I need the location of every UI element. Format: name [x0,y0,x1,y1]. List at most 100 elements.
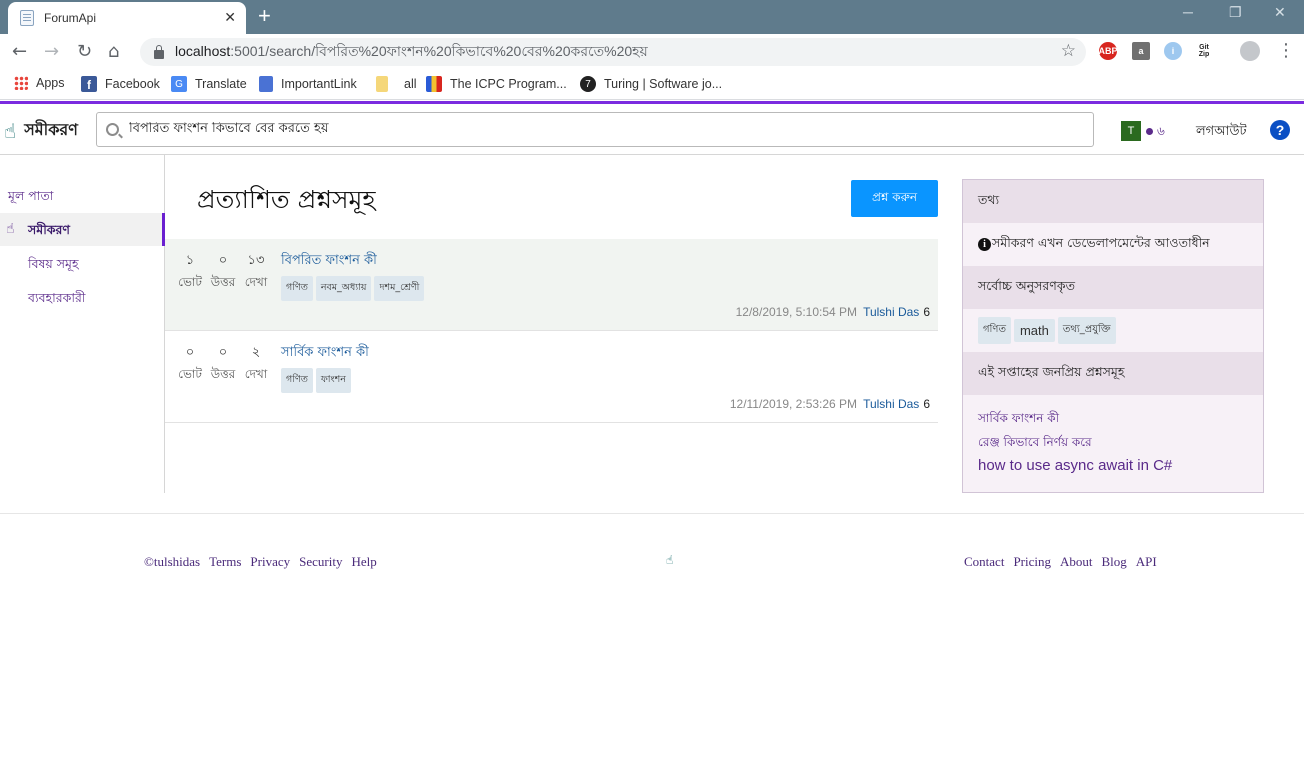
nav-somikoron[interactable]: ☝ সমীকরণ [0,213,165,246]
page-favicon-icon [20,10,34,26]
bookmark-turing[interactable]: 7 Turing | Software jo... [580,76,722,92]
question-date: 12/11/2019, 2:53:26 PM [729,397,858,411]
question-stat-votes: ০ ভোট [175,343,205,386]
question-tags: গণিত নবম_অধ্যায় দশম_শ্রেণী [281,276,427,301]
profile-avatar-icon[interactable] [1240,41,1260,61]
icpc-icon [426,76,442,92]
help-icon[interactable]: ? [1270,120,1290,140]
apps-grid-icon [14,76,28,90]
popular-question-link[interactable]: রেঞ্জ কিভাবে নির্ণয় করে [978,434,1092,454]
user-avatar[interactable]: T [1121,121,1141,141]
reload-icon[interactable]: ↻ [77,41,92,62]
gitzip-extension-icon[interactable]: Git Zip [1195,42,1213,60]
stat-label: উত্তর [210,275,236,289]
ask-question-button[interactable]: প্রশ্ন করুন [851,180,938,217]
bookmark-star-icon[interactable]: ☆ [1061,41,1076,61]
nav-topics[interactable]: বিষয় সমূহ [28,256,79,276]
pointing-hand-icon: ☝ [4,118,17,143]
stat-value: ১৩ [247,253,265,268]
facebook-icon: f [81,76,97,92]
footer-right-links: Contact Pricing About Blog API [964,554,1166,570]
forward-icon[interactable]: → [44,41,59,62]
question-stat-answers: ০ উত্তর [208,251,238,294]
stat-value: ০ [218,253,228,268]
stat-value: ২ [251,345,261,360]
bookmark-translate[interactable]: G Translate [171,76,247,92]
bookmarks-bar: Apps f Facebook G Translate ImportantLin… [0,70,1304,100]
followed-tags: গণিত math তথ্য_প্রযুক্তি [963,309,1263,352]
menu-kebab-icon[interactable]: ⋮ [1277,40,1295,61]
footer-link-pricing[interactable]: Pricing [1013,554,1051,570]
info-sidebar: তথ্য i সমীকরণ এখন ডেভেলাপমেন্টের আওতাধীন … [962,179,1264,493]
question-title-link[interactable]: বিপরিত ফাংশন কী [281,251,377,272]
popular-question-link[interactable]: how to use async await in C# [978,457,1172,474]
tag-chip[interactable]: গণিত [978,317,1011,344]
translate-icon: G [171,76,187,92]
footer-link-privacy[interactable]: Privacy [250,554,290,570]
tag-chip[interactable]: গণিত [281,368,313,393]
footer-divider [0,513,1304,514]
question-author-link[interactable]: Tulshi Das [863,397,919,411]
author-reputation: 6 [923,305,930,319]
footer-link-help[interactable]: Help [351,554,376,570]
footer-link-security[interactable]: Security [299,554,342,570]
tag-chip[interactable]: তথ্য_প্রযুক্তি [1057,317,1116,344]
stat-label: উত্তর [210,367,236,381]
window-close-icon[interactable]: ✕ [1274,4,1286,21]
question-stat-views: ২ দেখা [241,343,271,386]
search-box[interactable] [96,112,1094,147]
home-icon[interactable]: ⌂ [108,41,119,62]
maximize-icon[interactable]: ❐ [1229,4,1242,21]
site-logo[interactable]: ☝ সমীকরণ [4,117,78,144]
tab-title: ForumApi [44,11,97,25]
question-tags: গণিত ফাংশন [281,368,354,393]
browser-tab[interactable]: ForumApi ✕ [8,2,246,34]
bookmark-importantlink[interactable]: ImportantLink [259,76,357,92]
bookmark-icpc[interactable]: The ICPC Program... [426,76,567,92]
bookmark-all[interactable]: all [376,76,417,92]
bookmark-apps[interactable]: Apps [14,76,65,90]
tag-chip[interactable]: নবম_অধ্যায় [315,276,372,301]
tag-chip[interactable]: math [1013,319,1055,342]
search-input[interactable] [129,122,1069,137]
question-stat-views: ১৩ দেখা [241,251,271,294]
pointing-hand-icon: ☝ [6,221,15,237]
nav-home[interactable]: মূল পাতা [8,188,53,208]
document-icon [259,76,273,92]
logout-link[interactable]: লগআউট [1196,122,1247,143]
question-row: ০ ভোট ০ উত্তর ২ দেখা সার্বিক ফাংশন কী গণিত ফাংশন… [165,331,938,423]
nav-users[interactable]: ব্যবহারকারী [28,290,85,310]
adblock-extension-icon[interactable]: ABP [1099,42,1118,60]
minimize-icon[interactable]: ─ [1183,4,1193,20]
footer-link-contact[interactable]: Contact [964,554,1004,570]
popular-question-link[interactable]: সার্বিক ফাংশন কী [978,410,1059,430]
info-extension-icon[interactable]: i [1164,42,1182,60]
question-row: ১ ভোট ০ উত্তর ১৩ দেখা বিপরিত ফাংশন কী গণিত নবম_অ… [165,239,938,331]
stat-label: ভোট [178,367,202,381]
browser-titlebar: ForumApi ✕ + ─ ❐ ✕ [0,0,1304,34]
footer-link-about[interactable]: About [1060,554,1093,570]
question-stat-answers: ০ উত্তর [208,343,238,386]
question-meta: 12/11/2019, 2:53:26 PM Tulshi Das 6 [730,397,930,411]
footer-link-terms[interactable]: Terms [209,554,241,570]
tag-chip[interactable]: দশম_শ্রেণী [374,276,425,301]
site-header: ☝ সমীকরণ T ৬ লগআউট ? [0,104,1304,155]
tag-chip[interactable]: গণিত [281,276,313,301]
popular-heading: এই সপ্তাহের জনপ্রিয় প্রশ্নসমূহ [963,352,1263,395]
address-bar[interactable]: localhost:5001/search/বিপরিত%20ফাংশন%20ক… [140,38,1086,66]
footer-link-api[interactable]: API [1136,554,1157,570]
question-title-link[interactable]: সার্বিক ফাংশন কী [281,343,369,364]
tab-close-icon[interactable]: ✕ [224,10,236,26]
stat-value: ০ [218,345,228,360]
footer-link-blog[interactable]: Blog [1102,554,1127,570]
bookmark-facebook[interactable]: f Facebook [81,76,160,92]
new-tab-button[interactable]: + [258,3,271,29]
tag-chip[interactable]: ফাংশন [315,368,351,393]
question-stat-votes: ১ ভোট [175,251,205,294]
url-text: localhost:5001/search/বিপরিত%20ফাংশন%20ক… [175,43,648,59]
back-icon[interactable]: ← [12,41,27,62]
extension-a-icon[interactable]: a [1132,42,1150,60]
footer-left-links: ©tulshidas Terms Privacy Security Help [144,554,386,570]
question-author-link[interactable]: Tulshi Das [863,305,919,319]
author-reputation: 6 [923,397,930,411]
